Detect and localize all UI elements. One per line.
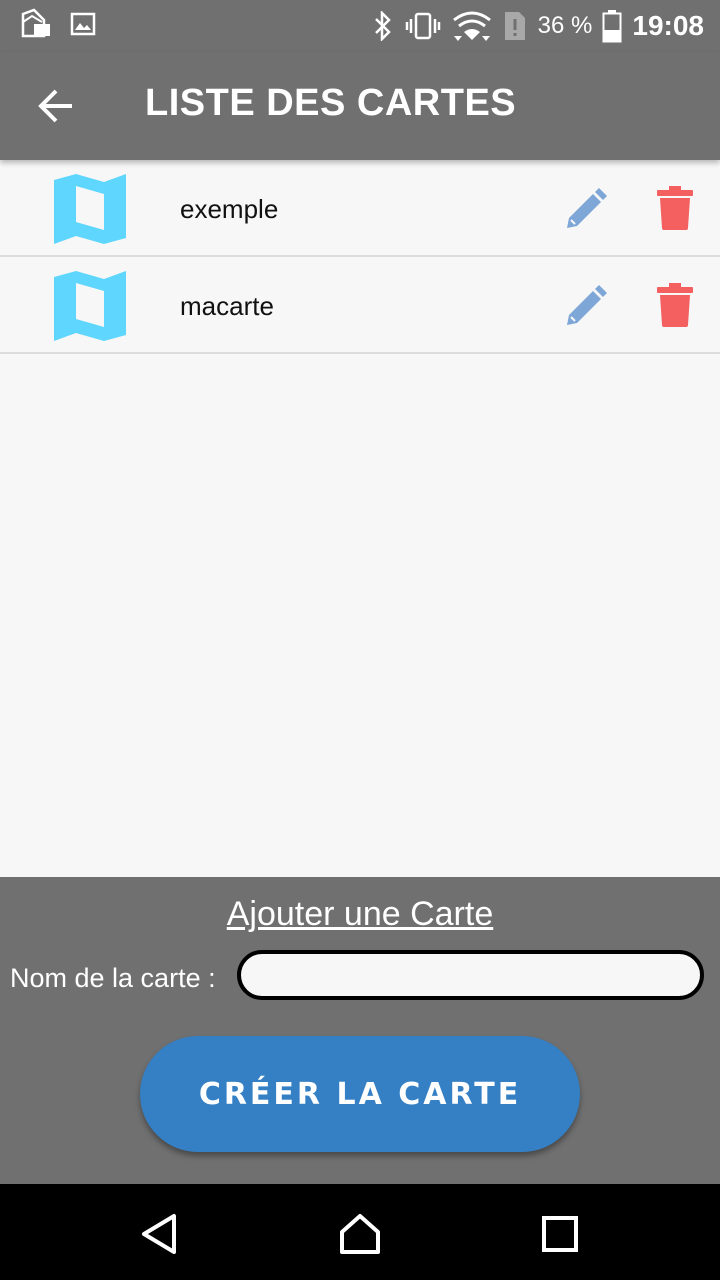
card-name-label: Nom de la carte :	[10, 963, 216, 993]
wifi-icon	[452, 11, 491, 41]
back-triangle-icon[interactable]	[136, 1210, 184, 1258]
card-list: exemple macarte	[0, 160, 720, 354]
add-card-panel: Ajouter une Carte Nom de la carte : CRÉE…	[0, 877, 720, 1184]
card-name: exemple	[180, 194, 279, 224]
create-card-button[interactable]: CRÉER LA CARTE	[140, 1036, 580, 1152]
edit-card-button[interactable]	[563, 188, 607, 232]
status-bar: 36 % 19:08	[0, 0, 720, 52]
navigation-bar	[0, 1184, 720, 1280]
bluetooth-icon	[374, 11, 391, 41]
page-title: LISTE DES CARTES	[145, 82, 517, 124]
app-bar: LISTE DES CARTES	[0, 52, 720, 160]
map-icon	[54, 271, 126, 341]
app-notification-icon	[21, 8, 50, 38]
battery-percentage: 36 %	[537, 12, 593, 39]
status-bar-notifications	[20, 8, 96, 40]
clock: 19:08	[632, 10, 704, 41]
sim-alert-icon	[504, 12, 525, 40]
card-name: macarte	[180, 291, 274, 321]
list-item[interactable]: exemple	[0, 160, 720, 257]
delete-card-button[interactable]	[657, 283, 693, 327]
delete-card-button[interactable]	[657, 186, 693, 230]
edit-card-button[interactable]	[563, 285, 607, 329]
back-button[interactable]	[36, 86, 76, 126]
image-notification-icon	[70, 12, 96, 36]
vibrate-icon	[405, 12, 440, 40]
add-card-title: Ajouter une Carte	[226, 895, 494, 933]
card-name-input[interactable]	[237, 950, 704, 1000]
map-icon	[54, 174, 126, 244]
recent-apps-icon[interactable]	[536, 1210, 584, 1258]
status-bar-system: 36 % 19:08	[372, 6, 704, 46]
home-icon[interactable]	[336, 1210, 384, 1258]
battery-icon	[602, 10, 622, 43]
list-item[interactable]: macarte	[0, 257, 720, 354]
